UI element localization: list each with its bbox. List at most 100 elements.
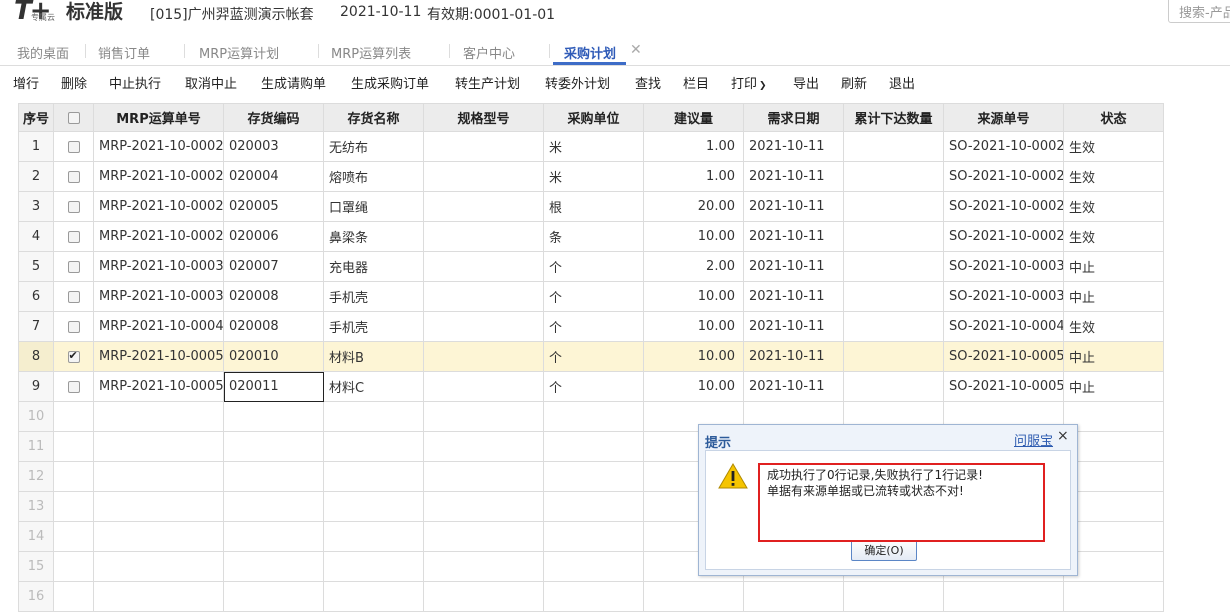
table-row[interactable]: 9 MRP-2021-10-0005 020011 材料C 个 10.00 20…	[18, 371, 1164, 402]
empty-cell[interactable]	[53, 581, 94, 612]
empty-cell[interactable]	[1063, 521, 1164, 552]
empty-cell[interactable]	[1063, 551, 1164, 582]
col-header-demand-date[interactable]: 需求日期	[743, 103, 844, 132]
row-checkbox-checked[interactable]	[67, 349, 80, 363]
row-select-cell[interactable]	[53, 371, 94, 402]
cell-mrp-no[interactable]: MRP-2021-10-0005	[93, 371, 224, 402]
empty-cell[interactable]	[223, 401, 324, 432]
col-header-status[interactable]: 状态	[1063, 103, 1164, 132]
tab-desktop[interactable]: 我的桌面	[17, 43, 69, 62]
cell-item-name[interactable]: 充电器	[323, 251, 424, 282]
tab-mrp-plan[interactable]: MRP运算计划	[199, 43, 279, 62]
cell-issued[interactable]	[843, 281, 944, 312]
cell-item-name[interactable]: 鼻梁条	[323, 221, 424, 252]
row-select-cell[interactable]	[53, 131, 94, 162]
cell-item-code-editing[interactable]: 020011	[223, 371, 324, 402]
cell-spec[interactable]	[423, 311, 544, 342]
cell-spec[interactable]	[423, 221, 544, 252]
cell-item-code[interactable]: 020008	[223, 281, 324, 312]
table-row[interactable]: 3 MRP-2021-10-0002 020005 口罩绳 根 20.00 20…	[18, 191, 1164, 222]
cell-mrp-no[interactable]: MRP-2021-10-0002	[93, 131, 224, 162]
empty-cell[interactable]	[53, 521, 94, 552]
empty-cell[interactable]	[1063, 401, 1164, 432]
cell-status[interactable]: 中止	[1063, 251, 1164, 282]
empty-cell[interactable]	[223, 551, 324, 582]
empty-cell[interactable]	[423, 431, 544, 462]
row-select-cell[interactable]	[53, 161, 94, 192]
row-checkbox[interactable]	[67, 200, 80, 213]
cell-date[interactable]: 2021-10-11	[743, 371, 844, 402]
ok-button[interactable]: 确定(O)	[851, 540, 917, 561]
empty-cell[interactable]	[543, 491, 644, 522]
empty-cell[interactable]	[323, 401, 424, 432]
cell-unit[interactable]: 个	[543, 251, 644, 282]
cell-unit[interactable]: 个	[543, 281, 644, 312]
cell-status[interactable]: 生效	[1063, 221, 1164, 252]
col-header-source-no[interactable]: 来源单号	[943, 103, 1064, 132]
empty-cell[interactable]	[223, 521, 324, 552]
row-checkbox[interactable]	[67, 260, 80, 273]
cell-mrp-no[interactable]: MRP-2021-10-0004	[93, 311, 224, 342]
empty-cell[interactable]	[323, 431, 424, 462]
empty-cell[interactable]	[223, 491, 324, 522]
cell-issued[interactable]	[843, 221, 944, 252]
cell-status[interactable]: 生效	[1063, 311, 1164, 342]
cell-status[interactable]: 生效	[1063, 131, 1164, 162]
cell-date[interactable]: 2021-10-11	[743, 311, 844, 342]
empty-cell[interactable]	[323, 581, 424, 612]
empty-cell[interactable]	[93, 431, 224, 462]
row-select-cell[interactable]	[53, 191, 94, 222]
cell-source-no[interactable]: SO-2021-10-0004	[943, 311, 1064, 342]
empty-cell[interactable]	[423, 401, 544, 432]
table-row[interactable]: 4 MRP-2021-10-0002 020006 鼻梁条 条 10.00 20…	[18, 221, 1164, 252]
cell-mrp-no[interactable]: MRP-2021-10-0005	[93, 341, 224, 372]
cell-item-name[interactable]: 材料C	[323, 371, 424, 402]
cell-unit[interactable]: 个	[543, 341, 644, 372]
cell-item-name[interactable]: 手机壳	[323, 281, 424, 312]
cell-source-no[interactable]: SO-2021-10-0003	[943, 251, 1064, 282]
cell-issued[interactable]	[843, 251, 944, 282]
close-icon[interactable]: ✕	[630, 42, 642, 58]
cell-item-code[interactable]: 020005	[223, 191, 324, 222]
generate-requisition-button[interactable]: 生成请购单	[261, 73, 326, 92]
cell-item-name[interactable]: 口罩绳	[323, 191, 424, 222]
empty-cell[interactable]	[943, 581, 1064, 612]
cell-spec[interactable]	[423, 131, 544, 162]
cell-mrp-no[interactable]: MRP-2021-10-0002	[93, 161, 224, 192]
cell-source-no[interactable]: SO-2021-10-0003	[943, 281, 1064, 312]
cell-mrp-no[interactable]: MRP-2021-10-0002	[93, 221, 224, 252]
empty-cell[interactable]	[423, 521, 544, 552]
table-row[interactable]: 5 MRP-2021-10-0003 020007 充电器 个 2.00 202…	[18, 251, 1164, 282]
exit-button[interactable]: 退出	[889, 73, 915, 92]
cell-status[interactable]: 生效	[1063, 191, 1164, 222]
row-checkbox[interactable]	[67, 140, 80, 153]
cell-spec[interactable]	[423, 281, 544, 312]
help-link[interactable]: 问服宝	[1014, 430, 1053, 449]
cell-item-name[interactable]: 手机壳	[323, 311, 424, 342]
cell-mrp-no[interactable]: MRP-2021-10-0002	[93, 191, 224, 222]
empty-cell[interactable]	[323, 551, 424, 582]
row-checkbox[interactable]	[67, 320, 80, 333]
col-header-item-code[interactable]: 存货编码	[223, 103, 324, 132]
table-row[interactable]: 1 MRP-2021-10-0002 020003 无纺布 米 1.00 202…	[18, 131, 1164, 162]
refresh-button[interactable]: 刷新	[841, 73, 867, 92]
empty-cell[interactable]	[323, 521, 424, 552]
cell-source-no[interactable]: SO-2021-10-0005	[943, 371, 1064, 402]
cell-date[interactable]: 2021-10-11	[743, 191, 844, 222]
empty-cell[interactable]	[543, 461, 644, 492]
col-header-suggested-qty[interactable]: 建议量	[643, 103, 744, 132]
empty-cell[interactable]	[323, 491, 424, 522]
product-search-input[interactable]: 搜索-产品	[1168, 0, 1230, 23]
cell-unit[interactable]: 个	[543, 311, 644, 342]
cell-qty[interactable]: 10.00	[643, 311, 744, 342]
cell-qty[interactable]: 10.00	[643, 341, 744, 372]
tab-mrp-list[interactable]: MRP运算列表	[331, 43, 411, 62]
empty-row[interactable]: 16	[18, 581, 1164, 612]
col-header-item-name[interactable]: 存货名称	[323, 103, 424, 132]
cell-source-no[interactable]: SO-2021-10-0002	[943, 191, 1064, 222]
cell-qty[interactable]: 10.00	[643, 221, 744, 252]
row-select-cell[interactable]	[53, 251, 94, 282]
empty-cell[interactable]	[1063, 491, 1164, 522]
cell-status[interactable]: 中止	[1063, 371, 1164, 402]
empty-cell[interactable]	[53, 551, 94, 582]
